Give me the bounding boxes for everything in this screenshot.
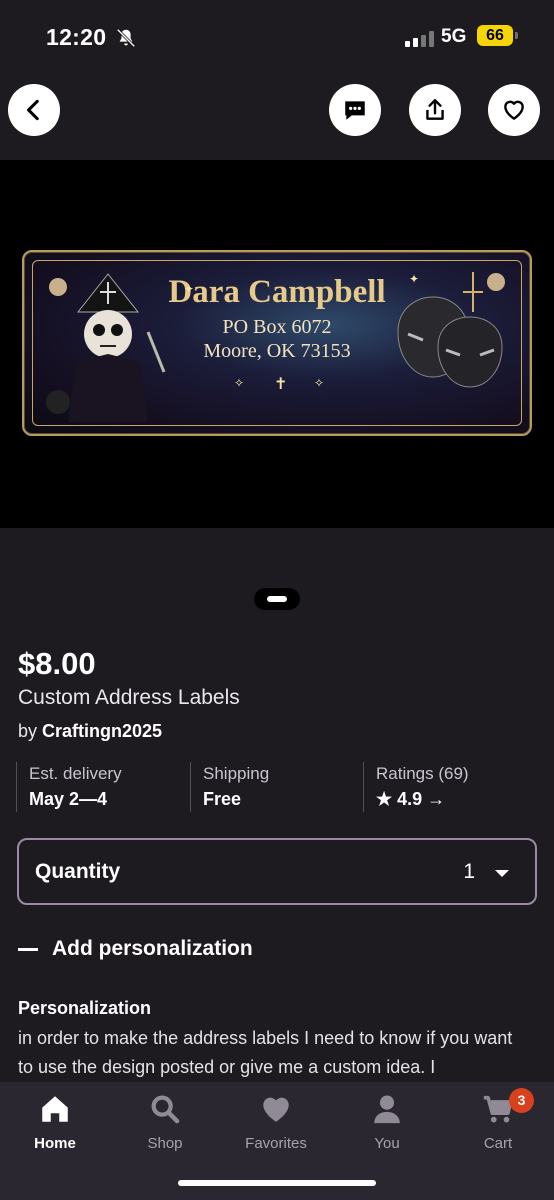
- delivery-label: Est. delivery: [29, 764, 122, 783]
- sparkle-icon: ✧: [314, 376, 325, 390]
- person-icon: [374, 1095, 400, 1124]
- message-button[interactable]: [329, 84, 381, 136]
- status-bar: 12:20 5G 66: [0, 0, 554, 72]
- heart-icon: [263, 1097, 289, 1122]
- add-personalization-label: Add personalization: [52, 937, 253, 960]
- caret-down-icon: [495, 870, 509, 877]
- quantity-label: Quantity: [35, 860, 121, 883]
- ratings-label: Ratings (69): [376, 764, 469, 783]
- signal-icon: [405, 31, 434, 47]
- quantity-value: 1: [463, 860, 475, 883]
- personalization-instructions: in order to make the address labels I ne…: [18, 1028, 513, 1077]
- collapse-dash-icon: [18, 947, 38, 951]
- product-facts: Est. delivery May 2—4 Shipping Free Rati…: [16, 762, 536, 812]
- favorite-button[interactable]: [488, 84, 540, 136]
- shop-name-link[interactable]: Craftingn2025: [42, 721, 162, 741]
- label-address-line1: PO Box 6072: [222, 316, 332, 338]
- tab-home-label: Home: [34, 1135, 76, 1152]
- cross-icon: ✝: [274, 376, 288, 393]
- back-button[interactable]: [8, 84, 60, 136]
- battery-indicator: 66: [477, 25, 518, 46]
- tab-you-label: You: [374, 1135, 400, 1152]
- ratings-fact[interactable]: Ratings (69) ★ 4.9 →: [363, 762, 533, 812]
- tab-cart-label: Cart: [483, 1135, 513, 1152]
- share-icon: [426, 99, 444, 120]
- tab-favorites-label: Favorites: [245, 1135, 307, 1152]
- tab-favorites[interactable]: Favorites: [231, 1092, 321, 1152]
- label-name-text: Dara Campbell: [168, 274, 386, 310]
- sparkle-icon: ✦: [184, 282, 195, 296]
- product-image[interactable]: Dara Campbell PO Box 6072 Moore, OK 7315…: [0, 160, 554, 528]
- ratings-value[interactable]: ★ 4.9 →: [376, 789, 533, 810]
- label-address-line2: Moore, OK 73153: [203, 340, 351, 362]
- shipping-fact: Shipping Free: [190, 762, 364, 812]
- shipping-label: Shipping: [203, 764, 270, 783]
- delivery-value: May 2—4: [29, 789, 108, 809]
- chat-bubble-icon: [345, 101, 365, 120]
- product-price: $8.00: [18, 646, 96, 681]
- tab-shop-label: Shop: [147, 1135, 183, 1152]
- network-type: 5G: [441, 26, 467, 47]
- status-time: 12:20: [46, 24, 107, 50]
- delivery-fact: Est. delivery May 2—4: [16, 762, 191, 812]
- home-indicator: [178, 1180, 376, 1186]
- cart-count-badge: 3: [509, 1088, 534, 1113]
- shop-byline: by Craftingn2025: [18, 721, 162, 742]
- shipping-value: Free: [203, 789, 242, 809]
- home-icon: [42, 1096, 68, 1122]
- quantity-select[interactable]: Quantity 1: [17, 838, 537, 905]
- sparkle-icon: ✧: [234, 376, 245, 390]
- product-title: Custom Address Labels: [18, 686, 240, 709]
- sparkle-icon: ✦: [409, 272, 420, 286]
- personalization-heading: Personalization: [18, 998, 152, 1018]
- tab-home[interactable]: Home: [10, 1092, 100, 1152]
- tab-you[interactable]: You: [342, 1092, 432, 1152]
- share-button[interactable]: [409, 84, 461, 136]
- address-label-image: Dara Campbell PO Box 6072 Moore, OK 7315…: [22, 250, 532, 436]
- chevron-left-icon: [27, 99, 39, 121]
- heart-outline-icon: [504, 100, 524, 120]
- silent-bell-icon: [116, 28, 136, 48]
- add-personalization-toggle[interactable]: Add personalization: [18, 934, 253, 964]
- tab-shop[interactable]: Shop: [120, 1092, 210, 1152]
- search-icon: [151, 1095, 180, 1124]
- byline-prefix: by: [18, 721, 38, 741]
- image-pager-indicator[interactable]: [254, 588, 300, 610]
